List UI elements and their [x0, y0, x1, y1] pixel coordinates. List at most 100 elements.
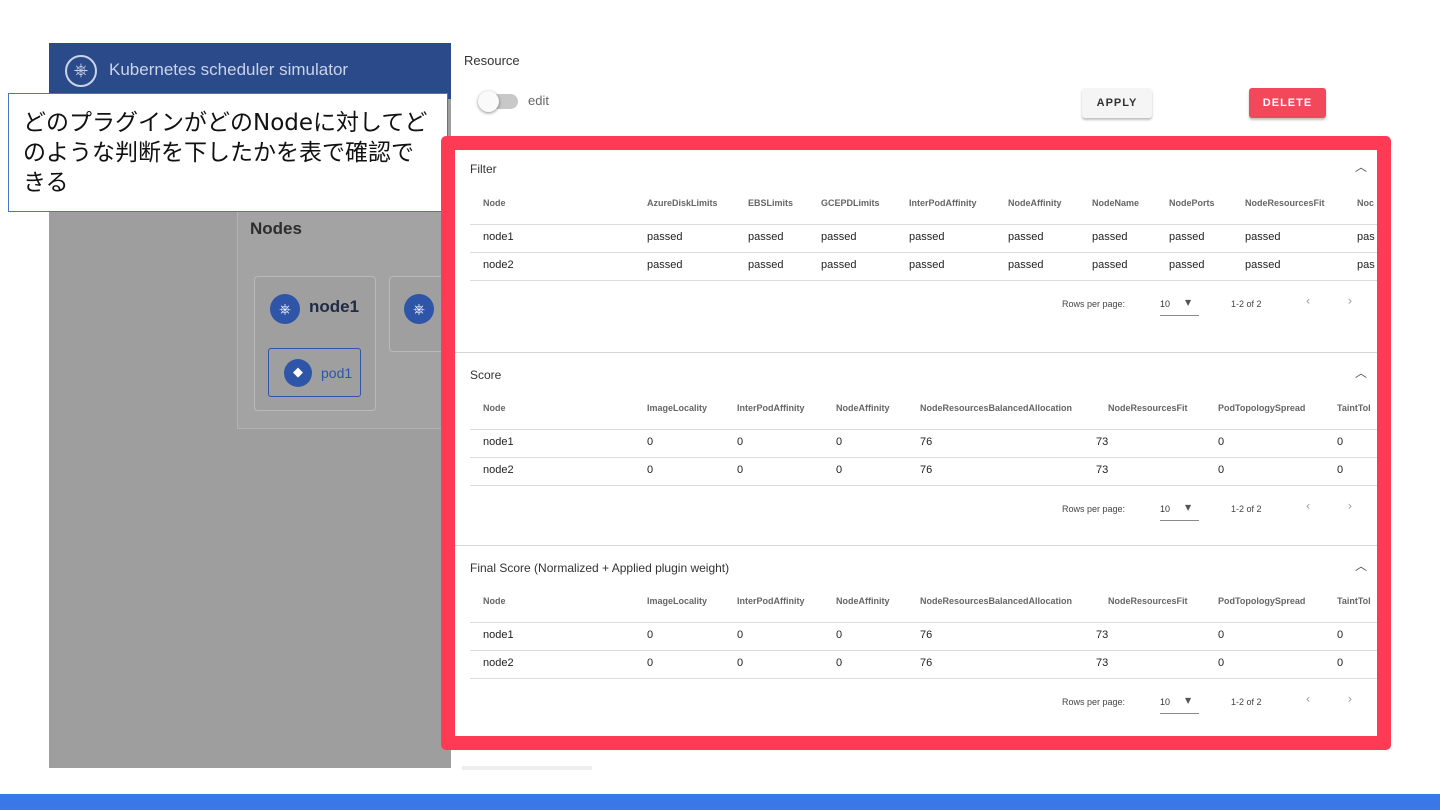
table-cell: passed	[909, 231, 945, 243]
edit-toggle[interactable]	[478, 91, 518, 112]
delete-button[interactable]: DELETE	[1249, 88, 1326, 118]
chevron-up-icon[interactable]: ︿	[1353, 159, 1369, 175]
table-cell: 73	[1096, 464, 1109, 476]
column-header[interactable]: Node	[483, 188, 506, 218]
caret-down-icon: ▼	[1185, 503, 1192, 512]
table-cell: passed	[647, 259, 683, 271]
chevron-left-icon[interactable]: ‹	[1301, 499, 1315, 517]
column-header[interactable]: NodeAffinity	[836, 393, 890, 423]
table-cell: passed	[821, 231, 857, 243]
filter-table: Node AzureDiskLimits EBSLimits GCEPDLimi…	[470, 188, 1377, 281]
column-header[interactable]: EBSLimits	[748, 188, 793, 218]
column-header[interactable]: InterPodAffinity	[909, 188, 977, 218]
column-header[interactable]: NodeAffinity	[836, 586, 890, 616]
column-header[interactable]: Node	[483, 393, 506, 423]
node-name-label: node1	[309, 297, 360, 316]
column-header[interactable]: NodeResourcesBalancedAllocation	[920, 393, 1072, 423]
table-cell: 0	[1218, 629, 1225, 641]
column-header[interactable]: NodeAffinity	[1008, 188, 1062, 218]
final-score-table: Node ImageLocality InterPodAffinity Node…	[470, 586, 1377, 679]
chevron-left-icon[interactable]: ‹	[1301, 692, 1315, 710]
table-cell: 0	[836, 464, 843, 476]
table-cell: passed	[1092, 231, 1128, 243]
slide-canvas: ⎈ Kubernetes scheduler simulator Nodes ⎈…	[0, 0, 1440, 810]
apply-button[interactable]: APPLY	[1082, 88, 1152, 118]
pod-name-label: pod1	[321, 365, 353, 381]
chevron-up-icon[interactable]: ︿	[1353, 558, 1369, 574]
rows-per-page-label: Rows per page:	[1062, 504, 1126, 514]
table-cell: passed	[821, 259, 857, 271]
table-cell: 73	[1096, 629, 1109, 641]
resource-title: Resource	[464, 53, 520, 68]
rows-per-page-select[interactable]: 10 ▼	[1160, 500, 1199, 521]
rows-per-page-select[interactable]: 10 ▼	[1160, 693, 1199, 714]
column-header[interactable]: ImageLocality	[647, 393, 707, 423]
table-header: Node AzureDiskLimits EBSLimits GCEPDLimi…	[470, 188, 1377, 225]
nodes-title: Nodes	[250, 219, 302, 238]
column-header[interactable]: AzureDiskLimits	[647, 188, 718, 218]
column-header[interactable]: NodeName	[1092, 188, 1139, 218]
chevron-right-icon[interactable]: ›	[1343, 499, 1357, 517]
rows-per-page-label: Rows per page:	[1062, 299, 1126, 309]
table-cell: 76	[920, 464, 933, 476]
table-cell: 0	[1337, 436, 1344, 448]
column-header[interactable]: TaintTol	[1337, 393, 1377, 423]
score-panel: Score ︿ Node ImageLocality InterPodAffin…	[455, 352, 1377, 545]
table-cell: passed	[1245, 259, 1281, 271]
table-cell: 0	[647, 464, 654, 476]
slide-footer-bar	[0, 794, 1440, 810]
table-cell: 0	[737, 436, 744, 448]
table-cell: 0	[647, 629, 654, 641]
table-cell: passed	[748, 259, 784, 271]
table-cell: node1	[483, 436, 514, 448]
chevron-right-icon[interactable]: ›	[1343, 294, 1357, 312]
column-header[interactable]: PodTopologySpread	[1218, 586, 1305, 616]
column-header[interactable]: NodeResourcesFit	[1108, 586, 1188, 616]
table-row: node1 0 0 0 76 73 0 0	[470, 623, 1377, 651]
table-cell: passed	[1008, 231, 1044, 243]
page-range: 1-2 of 2	[1231, 697, 1262, 707]
chevron-left-icon[interactable]: ‹	[1301, 294, 1315, 312]
column-header[interactable]: TaintTol	[1337, 586, 1377, 616]
column-header[interactable]: NodeResourcesFit	[1245, 188, 1325, 218]
column-header[interactable]: GCEPDLimits	[821, 188, 880, 218]
chevron-up-icon[interactable]: ︿	[1353, 365, 1369, 381]
column-header[interactable]: Node	[483, 586, 506, 616]
table-cell: 0	[1337, 464, 1344, 476]
rows-per-page-value: 10	[1160, 299, 1171, 309]
rows-per-page-value: 10	[1160, 697, 1171, 707]
app-title: Kubernetes scheduler simulator	[109, 60, 349, 79]
scheduling-results: Filter ︿ Node AzureDiskLimits EBSLimits …	[455, 150, 1377, 736]
caret-down-icon: ▼	[1185, 298, 1192, 307]
rows-per-page-select[interactable]: 10 ▼	[1160, 295, 1199, 316]
column-header[interactable]: NodeResourcesBalancedAllocation	[920, 586, 1072, 616]
cut-off-section	[462, 760, 662, 772]
column-header[interactable]: ImageLocality	[647, 586, 707, 616]
column-header[interactable]: NodePorts	[1169, 188, 1215, 218]
table-cell: 0	[1218, 464, 1225, 476]
table-pagination: Rows per page: 10 ▼ 1-2 of 2 ‹ ›	[455, 683, 1377, 723]
app-bar: ⎈ Kubernetes scheduler simulator	[49, 43, 451, 99]
page-range: 1-2 of 2	[1231, 299, 1262, 309]
chevron-right-icon[interactable]: ›	[1343, 692, 1357, 710]
pod-card-pod1[interactable]: ◆ pod1	[268, 348, 361, 397]
table-row: node2 0 0 0 76 73 0 0	[470, 458, 1377, 486]
column-header[interactable]: PodTopologySpread	[1218, 393, 1305, 423]
toggle-thumb	[478, 91, 499, 112]
node-card-node1[interactable]: ⎈ node1 ◆ pod1	[254, 276, 376, 411]
column-header[interactable]: InterPodAffinity	[737, 393, 805, 423]
rows-per-page-value: 10	[1160, 504, 1171, 514]
table-cell: 0	[737, 657, 744, 669]
table-cell: node2	[483, 657, 514, 669]
table-cell: node1	[483, 629, 514, 641]
table-cell: 0	[836, 436, 843, 448]
score-table: Node ImageLocality InterPodAffinity Node…	[470, 393, 1377, 486]
column-header[interactable]: Noc	[1357, 188, 1377, 218]
column-header[interactable]: InterPodAffinity	[737, 586, 805, 616]
table-row: node2 0 0 0 76 73 0 0	[470, 651, 1377, 679]
table-cell: 0	[1337, 629, 1344, 641]
table-row: node1 passed passed passed passed passed…	[470, 225, 1377, 253]
table-cell: passed	[647, 231, 683, 243]
column-header[interactable]: NodeResourcesFit	[1108, 393, 1188, 423]
page-range: 1-2 of 2	[1231, 504, 1262, 514]
